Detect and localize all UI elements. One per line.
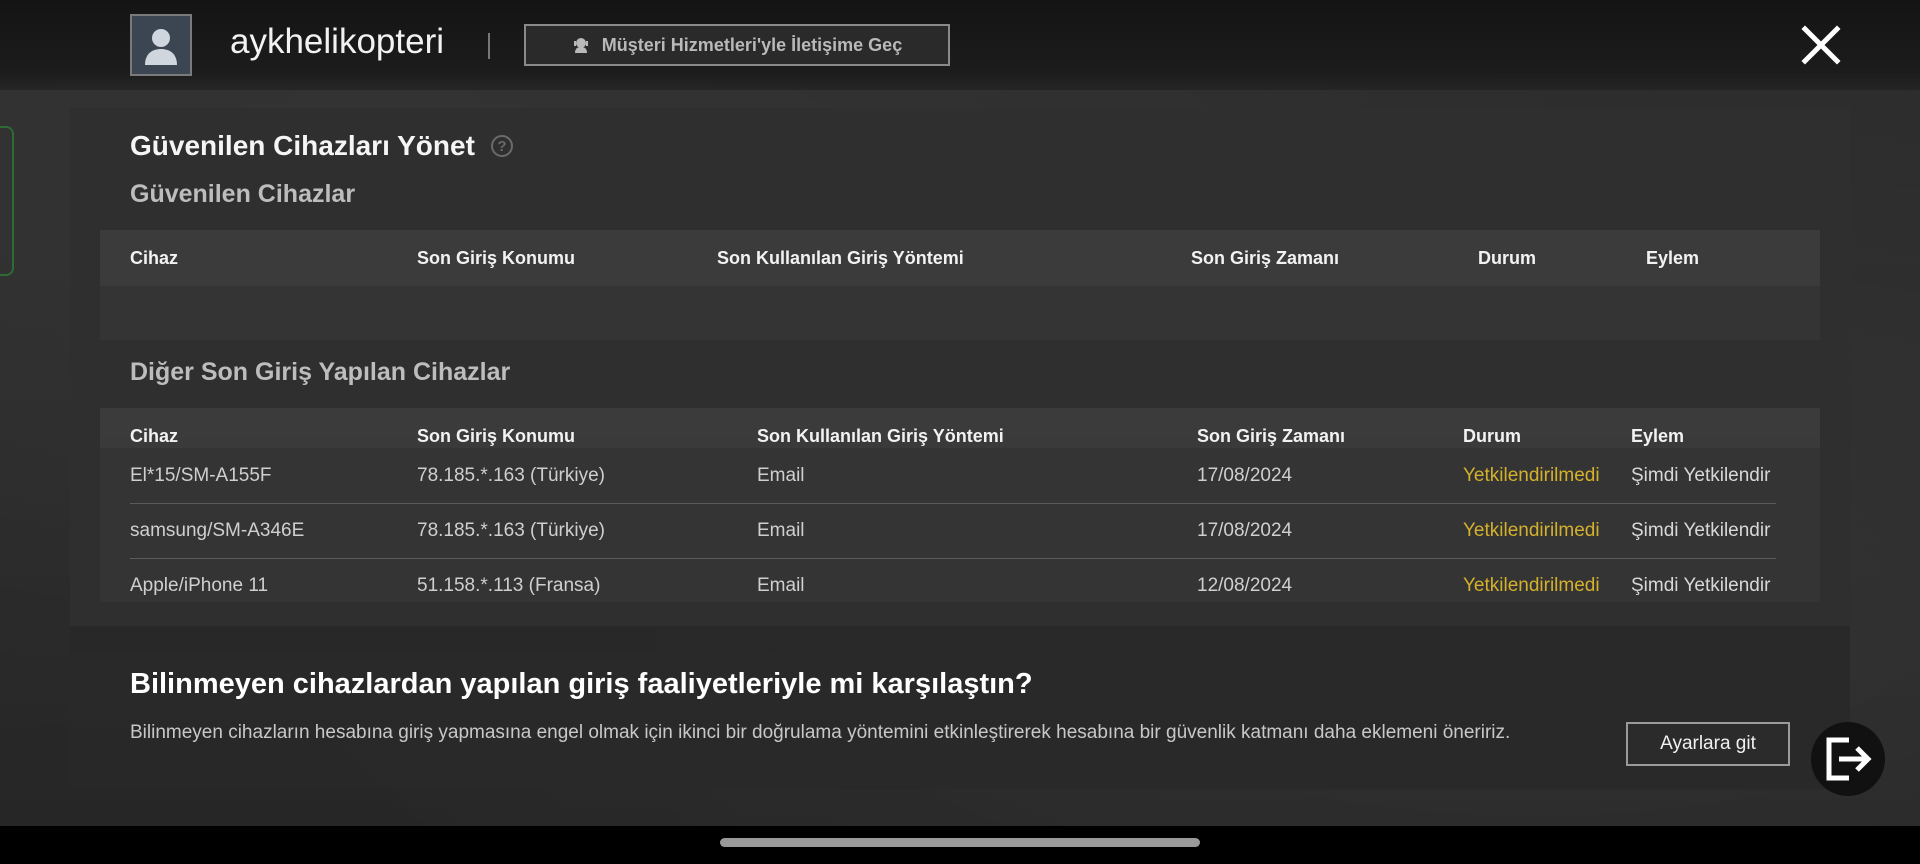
row-location: 51.158.*.113 (Fransa) — [417, 575, 601, 596]
row-divider — [130, 558, 1776, 559]
trusted-devices-heading: Güvenilen Cihazlar — [130, 180, 356, 208]
avatar[interactable] — [130, 14, 192, 76]
authorize-now-link[interactable]: Şimdi Yetkilendir — [1631, 575, 1770, 597]
trusted-table-empty-row — [100, 286, 1820, 340]
other-devices-heading: Diğer Son Giriş Yapılan Cihazlar — [130, 358, 511, 386]
trusted-col-method: Son Kullanılan Giriş Yöntemi — [717, 248, 964, 268]
logout-button[interactable] — [1811, 722, 1885, 796]
logout-icon — [1826, 737, 1872, 781]
side-tab-edge[interactable] — [0, 126, 14, 276]
trusted-col-status: Durum — [1478, 248, 1536, 268]
close-icon — [1801, 25, 1841, 65]
page-title-text: Güvenilen Cihazları Yönet — [130, 130, 475, 161]
row-device: samsung/SM-A346E — [130, 520, 305, 541]
row-status: Yetkilendirilmedi — [1463, 575, 1600, 596]
security-notice-text: Bilinmeyen cihazların hesabına giriş yap… — [130, 722, 1511, 743]
support-agent-icon — [573, 38, 588, 53]
avatar-icon — [145, 29, 177, 65]
row-location: 78.185.*.163 (Türkiye) — [417, 465, 605, 486]
trusted-col-time: Son Giriş Zamanı — [1191, 248, 1340, 268]
row-divider — [130, 503, 1776, 504]
other-col-action: Eylem — [1631, 426, 1685, 446]
row-method: Email — [757, 575, 805, 596]
username: aykhelikopteri — [230, 22, 444, 61]
header-divider — [488, 33, 490, 59]
row-status: Yetkilendirilmedi — [1463, 465, 1600, 486]
close-button[interactable] — [1800, 24, 1842, 66]
authorize-now-link[interactable]: Şimdi Yetkilendir — [1631, 520, 1770, 542]
other-col-time: Son Giriş Zamanı — [1197, 426, 1346, 446]
trusted-col-action: Eylem — [1646, 248, 1700, 268]
other-col-device: Cihaz — [130, 426, 179, 446]
row-device: Apple/iPhone 11 — [130, 575, 269, 596]
row-time: 12/08/2024 — [1197, 575, 1293, 596]
other-col-location: Son Giriş Konumu — [417, 426, 576, 446]
other-col-status: Durum — [1463, 426, 1521, 446]
trusted-col-device: Cihaz — [130, 248, 179, 268]
page-title: Güvenilen Cihazları Yönet ? — [130, 130, 513, 162]
other-col-method: Son Kullanılan Giriş Yöntemi — [757, 426, 1004, 446]
row-device: El*15/SM-A155F — [130, 465, 272, 486]
home-indicator[interactable] — [720, 838, 1200, 847]
contact-support-button[interactable]: Müşteri Hizmetleri'yle İletişime Geç — [524, 24, 950, 66]
row-status: Yetkilendirilmedi — [1463, 520, 1600, 541]
help-icon[interactable]: ? — [490, 135, 513, 157]
authorize-now-link[interactable]: Şimdi Yetkilendir — [1631, 465, 1770, 487]
row-time: 17/08/2024 — [1197, 465, 1293, 486]
go-to-settings-button[interactable]: Ayarlara git — [1626, 722, 1790, 766]
row-method: Email — [757, 465, 805, 486]
row-time: 17/08/2024 — [1197, 520, 1293, 541]
row-method: Email — [757, 520, 805, 541]
trusted-col-location: Son Giriş Konumu — [417, 248, 576, 268]
security-notice-title: Bilinmeyen cihazlardan yapılan giriş faa… — [130, 668, 1033, 700]
contact-support-label: Müşteri Hizmetleri'yle İletişime Geç — [601, 34, 903, 55]
row-location: 78.185.*.163 (Türkiye) — [417, 520, 605, 541]
